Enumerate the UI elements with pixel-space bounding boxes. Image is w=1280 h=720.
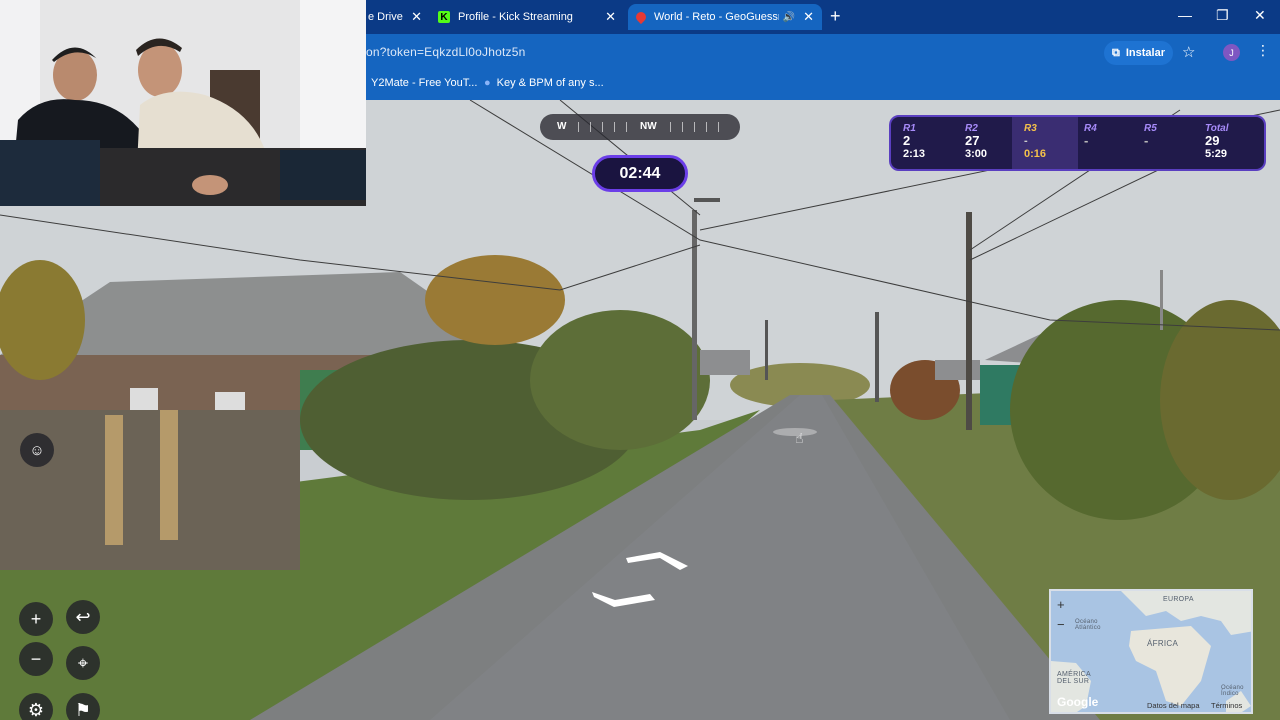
location-icon: ☺ <box>29 441 45 459</box>
round-name: R1 <box>903 123 916 134</box>
flag-button[interactable]: ⚑ <box>66 693 100 720</box>
tab-title: World - Reto - GeoGuessr <box>654 11 779 23</box>
round-time: 5:29 <box>1205 148 1228 160</box>
compass-tick <box>626 122 627 132</box>
compass-tick <box>590 122 591 132</box>
round-score: 29 <box>1205 133 1220 148</box>
zoom-in-button[interactable]: + <box>19 602 53 636</box>
round-score: - <box>1144 133 1149 148</box>
compass-label-nw: NW <box>640 121 657 132</box>
compass-tick <box>718 122 719 132</box>
undo-move-button[interactable]: ↩ <box>66 600 100 634</box>
profile-avatar[interactable]: J <box>1223 44 1240 61</box>
settings-button[interactable]: ⚙ <box>19 693 53 720</box>
mouse-cursor-icon: ☝ <box>795 430 804 446</box>
round-time: 2:13 <box>903 148 926 160</box>
audio-playing-icon[interactable]: 🔊 <box>783 12 795 23</box>
install-app-button[interactable]: ⧉ Instalar <box>1104 41 1173 65</box>
round-time: 3:00 <box>965 148 988 160</box>
tab-kick-profile[interactable]: K Profile - Kick Streaming ✕ <box>430 4 624 30</box>
round-name: R3 <box>1024 123 1037 134</box>
map-label-africa: ÁFRICA <box>1147 639 1179 648</box>
bookmark-favicon-icon: ● <box>484 77 491 89</box>
map-label-ocean2: Océano Índico <box>1221 685 1244 697</box>
guess-minimap[interactable]: EUROPA ÁFRICA AMÉRICA DEL SUR Océano Atl… <box>1049 589 1253 714</box>
restore-button[interactable]: ❐ <box>1216 7 1229 24</box>
tab-close-icon[interactable]: ✕ <box>411 9 422 25</box>
compass-tick <box>682 122 683 132</box>
webcam-overlay <box>0 0 366 206</box>
webcam-feed-image <box>0 0 366 206</box>
kick-logo-icon: K <box>438 11 450 23</box>
map-label-ocean: Océano Atlántico <box>1075 619 1101 631</box>
zoom-out-button[interactable]: − <box>19 642 53 676</box>
compass-tick <box>614 122 615 132</box>
minimap-zoom-in-button[interactable]: + <box>1057 597 1065 612</box>
round-r4: R4 - <box>1072 117 1134 169</box>
round-score: - <box>1024 135 1028 147</box>
bookmark-key-bpm[interactable]: ● Key & BPM of any s... <box>484 77 604 89</box>
round-total: Total 29 5:29 <box>1193 117 1264 169</box>
round-r5: R5 - <box>1132 117 1194 169</box>
round-name: R5 <box>1144 123 1157 134</box>
compass-bar: W NW <box>540 114 740 140</box>
bookmark-label: Key & BPM of any s... <box>496 77 604 89</box>
bookmark-y2mate[interactable]: Y2Mate - Free YouT... <box>371 77 477 89</box>
tab-drive[interactable]: e Drive ✕ <box>360 4 430 30</box>
close-window-button[interactable]: ✕ <box>1254 7 1266 24</box>
tab-close-icon[interactable]: ✕ <box>803 9 814 25</box>
round-r2: R2 27 3:00 <box>953 117 1015 169</box>
bookmark-star-icon[interactable]: ☆ <box>1182 43 1195 61</box>
round-scoreboard: R1 2 2:13 R2 27 3:00 R3 - 0:16 R4 - R5 -… <box>889 115 1266 171</box>
round-timer: 02:44 <box>592 155 688 192</box>
round-r1: R1 2 2:13 <box>891 117 953 169</box>
bookmark-label: Y2Mate - Free YouT... <box>371 77 478 89</box>
return-to-start-button[interactable]: ☺ <box>20 433 54 467</box>
compass-tick <box>670 122 671 132</box>
round-name: R4 <box>1084 123 1097 134</box>
compass-tick <box>706 122 707 132</box>
install-label: Instalar <box>1125 47 1165 59</box>
map-pin-icon <box>633 9 649 25</box>
set-checkpoint-button[interactable]: ⌖ <box>66 646 100 680</box>
map-label-south-america: AMÉRICA DEL SUR <box>1057 671 1091 685</box>
round-score: 2 <box>903 133 911 148</box>
compass-label-w: W <box>557 121 567 132</box>
round-r3: R3 - 0:16 <box>1012 117 1078 169</box>
terms-link[interactable]: Términos <box>1211 701 1242 710</box>
tab-title: Profile - Kick Streaming <box>458 11 573 23</box>
install-icon: ⧉ <box>1112 46 1120 59</box>
round-score: 27 <box>965 133 980 148</box>
tab-close-icon[interactable]: ✕ <box>605 9 616 25</box>
tab-title: e Drive <box>368 11 403 23</box>
map-label-europe: EUROPA <box>1163 596 1194 603</box>
new-tab-button[interactable]: + <box>830 7 841 25</box>
round-time: 0:16 <box>1024 148 1047 160</box>
round-score: - <box>1084 133 1089 148</box>
map-data-link[interactable]: Datos del mapa <box>1147 701 1200 710</box>
compass-tick <box>694 122 695 132</box>
minimap-footer: Datos del mapa Términos <box>1051 700 1251 712</box>
minimap-zoom-out-button[interactable]: − <box>1057 617 1065 632</box>
compass-tick <box>602 122 603 132</box>
minimize-button[interactable]: — <box>1178 7 1192 23</box>
tab-geoguessr[interactable]: World - Reto - GeoGuessr 🔊 ✕ <box>628 4 822 30</box>
url-field[interactable]: on?token=EqkzdLl0oJhotz5n <box>366 45 525 59</box>
browser-menu-icon[interactable]: ⋮ <box>1256 42 1270 59</box>
compass-tick <box>578 122 579 132</box>
